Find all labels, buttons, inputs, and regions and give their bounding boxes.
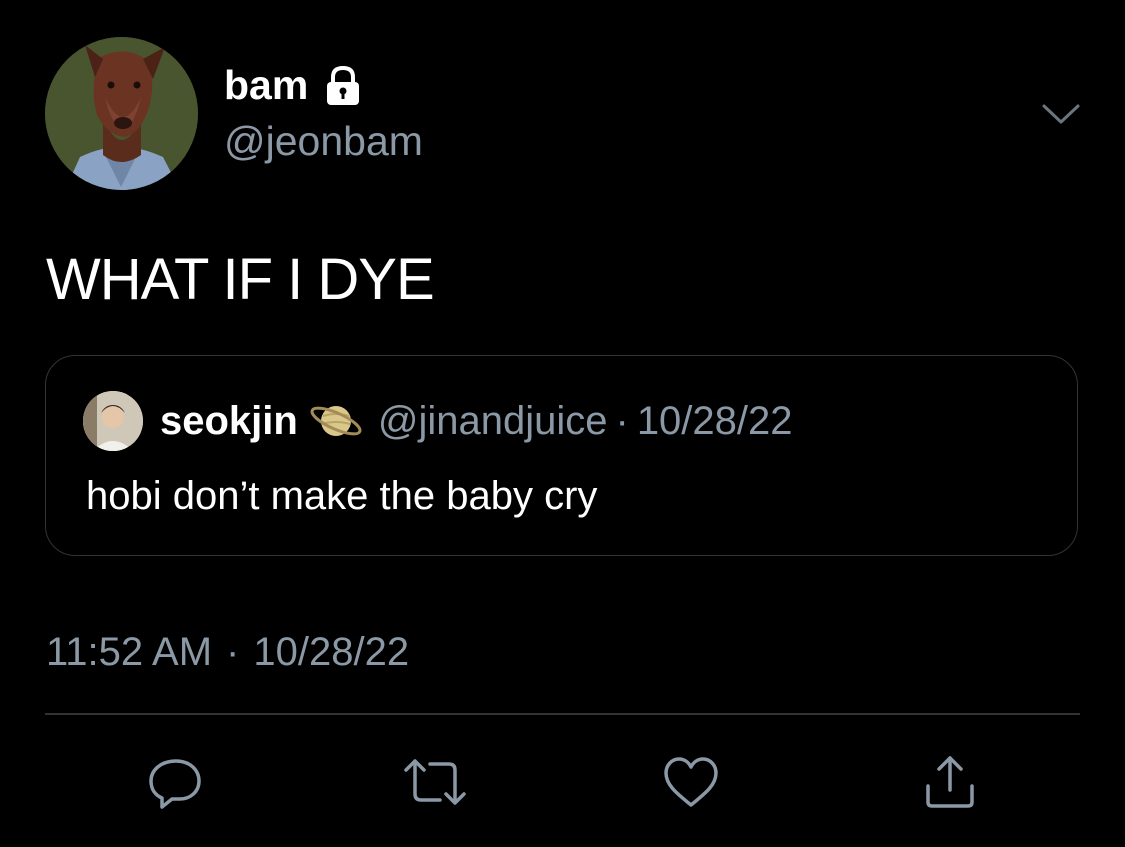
tweet-date: 10/28/22 xyxy=(253,630,410,674)
quoted-tweet-header: seokjin @jinandjuice · 10/28/22 xyxy=(160,398,793,444)
tweet-text: WHAT IF I DYE xyxy=(46,247,435,312)
author-avatar[interactable] xyxy=(45,37,198,190)
author-handle[interactable]: @jeonbam xyxy=(224,118,423,165)
planet-icon xyxy=(308,398,364,444)
heart-icon xyxy=(661,752,721,812)
quoted-separator: · xyxy=(615,398,629,443)
author-name-text: bam xyxy=(224,62,309,108)
reply-icon xyxy=(146,752,206,812)
quoted-tweet-text: hobi don’t make the baby cry xyxy=(86,474,598,518)
author-display-name[interactable]: bam xyxy=(224,62,364,109)
quoted-handle: @jinandjuice xyxy=(377,398,608,443)
reply-button[interactable] xyxy=(146,752,206,812)
chevron-down-icon[interactable] xyxy=(1040,98,1082,128)
divider xyxy=(45,713,1080,715)
timestamp-separator: · xyxy=(226,630,240,674)
share-icon xyxy=(920,752,980,812)
tweet-timestamp[interactable]: 11:52 AM · 10/28/22 xyxy=(46,630,409,675)
share-button[interactable] xyxy=(920,752,980,812)
lock-icon xyxy=(322,65,364,107)
retweet-icon xyxy=(402,752,466,812)
quoted-tweet-card[interactable]: seokjin @jinandjuice · 10/28/22 hobi don… xyxy=(45,355,1078,556)
quoted-author-avatar xyxy=(83,391,143,451)
quoted-display-name: seokjin xyxy=(160,398,298,443)
tweet-time: 11:52 AM xyxy=(46,630,213,674)
quoted-date: 10/28/22 xyxy=(636,398,793,443)
like-button[interactable] xyxy=(661,752,721,812)
retweet-button[interactable] xyxy=(402,752,466,812)
